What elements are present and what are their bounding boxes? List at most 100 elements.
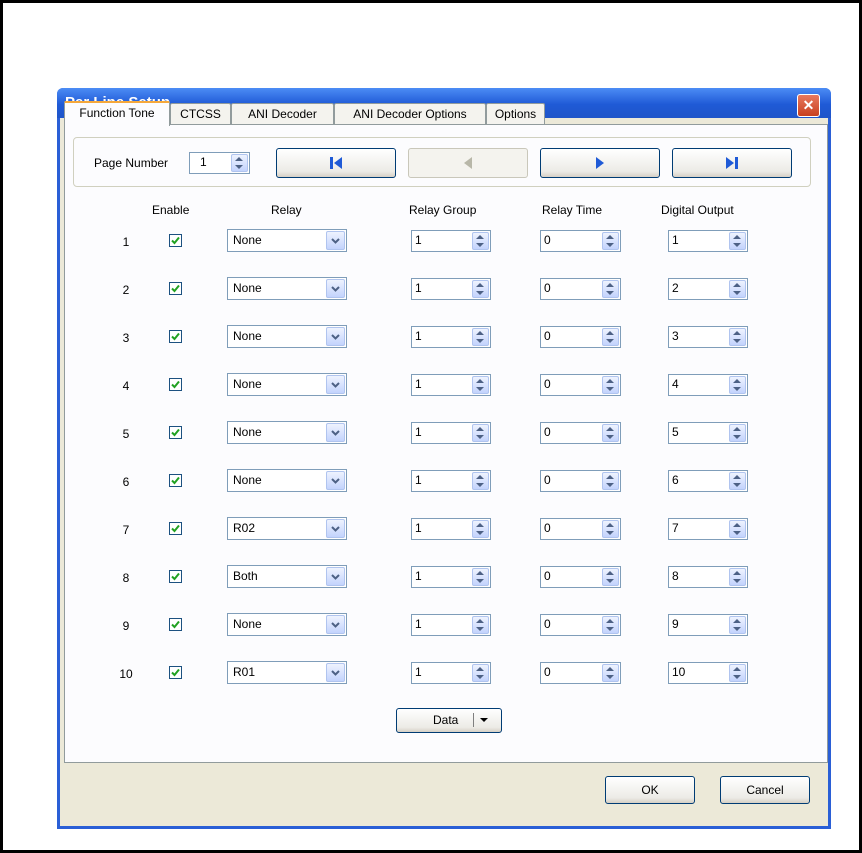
- relay-group-spinner[interactable]: 1: [411, 326, 491, 348]
- spinner-arrows-icon[interactable]: [231, 154, 248, 172]
- relay-group-spinner[interactable]: 1: [411, 230, 491, 252]
- relay-group-spinner[interactable]: 1: [411, 662, 491, 684]
- tab-options[interactable]: Options: [486, 103, 545, 124]
- chevron-down-icon[interactable]: [326, 231, 345, 250]
- spinner-arrows-icon[interactable]: [472, 232, 489, 250]
- spinner-arrows-icon[interactable]: [729, 424, 746, 442]
- relay-group-spinner[interactable]: 1: [411, 278, 491, 300]
- spinner-arrows-icon[interactable]: [602, 472, 619, 490]
- enable-checkbox[interactable]: [169, 426, 182, 439]
- chevron-down-icon[interactable]: [326, 663, 345, 682]
- spinner-arrows-icon[interactable]: [472, 424, 489, 442]
- enable-checkbox[interactable]: [169, 378, 182, 391]
- chevron-down-icon[interactable]: [326, 423, 345, 442]
- digital-output-spinner[interactable]: 5: [668, 422, 748, 444]
- spinner-arrows-icon[interactable]: [602, 568, 619, 586]
- enable-checkbox[interactable]: [169, 618, 182, 631]
- last-page-button[interactable]: [672, 148, 792, 178]
- relay-group-spinner[interactable]: 1: [411, 518, 491, 540]
- tab-ctcss[interactable]: CTCSS: [170, 103, 231, 124]
- enable-checkbox[interactable]: [169, 522, 182, 535]
- relay-group-spinner[interactable]: 1: [411, 422, 491, 444]
- next-page-button[interactable]: [540, 148, 660, 178]
- spinner-arrows-icon[interactable]: [472, 616, 489, 634]
- digital-output-spinner[interactable]: 8: [668, 566, 748, 588]
- digital-output-spinner[interactable]: 2: [668, 278, 748, 300]
- chevron-down-icon[interactable]: [326, 327, 345, 346]
- chevron-down-icon[interactable]: [326, 375, 345, 394]
- spinner-arrows-icon[interactable]: [729, 280, 746, 298]
- relay-combobox[interactable]: R02: [227, 517, 347, 540]
- digital-output-spinner[interactable]: 4: [668, 374, 748, 396]
- chevron-down-icon[interactable]: [326, 567, 345, 586]
- spinner-arrows-icon[interactable]: [472, 280, 489, 298]
- digital-output-spinner[interactable]: 3: [668, 326, 748, 348]
- relay-time-spinner[interactable]: 0: [540, 230, 621, 252]
- relay-combobox[interactable]: None: [227, 325, 347, 348]
- relay-time-spinner[interactable]: 0: [540, 566, 621, 588]
- relay-combobox[interactable]: None: [227, 421, 347, 444]
- relay-time-spinner[interactable]: 0: [540, 470, 621, 492]
- close-button[interactable]: ✕: [797, 94, 820, 117]
- spinner-arrows-icon[interactable]: [602, 328, 619, 346]
- relay-group-spinner[interactable]: 1: [411, 470, 491, 492]
- spinner-arrows-icon[interactable]: [472, 520, 489, 538]
- relay-combobox[interactable]: None: [227, 229, 347, 252]
- relay-combobox[interactable]: None: [227, 277, 347, 300]
- enable-checkbox[interactable]: [169, 282, 182, 295]
- digital-output-spinner[interactable]: 1: [668, 230, 748, 252]
- chevron-down-icon[interactable]: [326, 519, 345, 538]
- page-number-spinner[interactable]: 1: [189, 152, 250, 174]
- relay-time-spinner[interactable]: 0: [540, 278, 621, 300]
- spinner-arrows-icon[interactable]: [472, 328, 489, 346]
- relay-time-spinner[interactable]: 0: [540, 374, 621, 396]
- spinner-arrows-icon[interactable]: [729, 472, 746, 490]
- tab-function-tone[interactable]: Function Tone: [64, 101, 170, 126]
- ok-button[interactable]: OK: [605, 776, 695, 804]
- spinner-arrows-icon[interactable]: [729, 520, 746, 538]
- spinner-arrows-icon[interactable]: [729, 568, 746, 586]
- relay-group-spinner[interactable]: 1: [411, 374, 491, 396]
- spinner-arrows-icon[interactable]: [602, 232, 619, 250]
- spinner-arrows-icon[interactable]: [602, 616, 619, 634]
- relay-time-spinner[interactable]: 0: [540, 326, 621, 348]
- first-page-button[interactable]: [276, 148, 396, 178]
- enable-checkbox[interactable]: [169, 474, 182, 487]
- digital-output-spinner[interactable]: 7: [668, 518, 748, 540]
- digital-output-spinner[interactable]: 10: [668, 662, 748, 684]
- spinner-arrows-icon[interactable]: [602, 664, 619, 682]
- spinner-arrows-icon[interactable]: [472, 376, 489, 394]
- digital-output-spinner[interactable]: 6: [668, 470, 748, 492]
- spinner-arrows-icon[interactable]: [729, 616, 746, 634]
- relay-combobox[interactable]: None: [227, 469, 347, 492]
- previous-page-button[interactable]: [408, 148, 528, 178]
- spinner-arrows-icon[interactable]: [472, 664, 489, 682]
- tab-ani-decoder[interactable]: ANI Decoder: [231, 103, 334, 124]
- spinner-arrows-icon[interactable]: [602, 424, 619, 442]
- relay-time-spinner[interactable]: 0: [540, 518, 621, 540]
- enable-checkbox[interactable]: [169, 570, 182, 583]
- relay-group-spinner[interactable]: 1: [411, 614, 491, 636]
- spinner-arrows-icon[interactable]: [729, 232, 746, 250]
- spinner-arrows-icon[interactable]: [472, 568, 489, 586]
- chevron-down-icon[interactable]: [326, 615, 345, 634]
- relay-time-spinner[interactable]: 0: [540, 422, 621, 444]
- spinner-arrows-icon[interactable]: [472, 472, 489, 490]
- data-menu-button[interactable]: Data: [396, 708, 502, 733]
- spinner-arrows-icon[interactable]: [729, 664, 746, 682]
- relay-combobox[interactable]: R01: [227, 661, 347, 684]
- relay-time-spinner[interactable]: 0: [540, 614, 621, 636]
- digital-output-spinner[interactable]: 9: [668, 614, 748, 636]
- enable-checkbox[interactable]: [169, 330, 182, 343]
- relay-combobox[interactable]: Both: [227, 565, 347, 588]
- relay-group-spinner[interactable]: 1: [411, 566, 491, 588]
- cancel-button[interactable]: Cancel: [720, 776, 810, 804]
- enable-checkbox[interactable]: [169, 666, 182, 679]
- spinner-arrows-icon[interactable]: [729, 328, 746, 346]
- spinner-arrows-icon[interactable]: [729, 376, 746, 394]
- chevron-down-icon[interactable]: [326, 471, 345, 490]
- spinner-arrows-icon[interactable]: [602, 376, 619, 394]
- tab-ani-decoder-options[interactable]: ANI Decoder Options: [334, 103, 486, 124]
- relay-combobox[interactable]: None: [227, 373, 347, 396]
- spinner-arrows-icon[interactable]: [602, 520, 619, 538]
